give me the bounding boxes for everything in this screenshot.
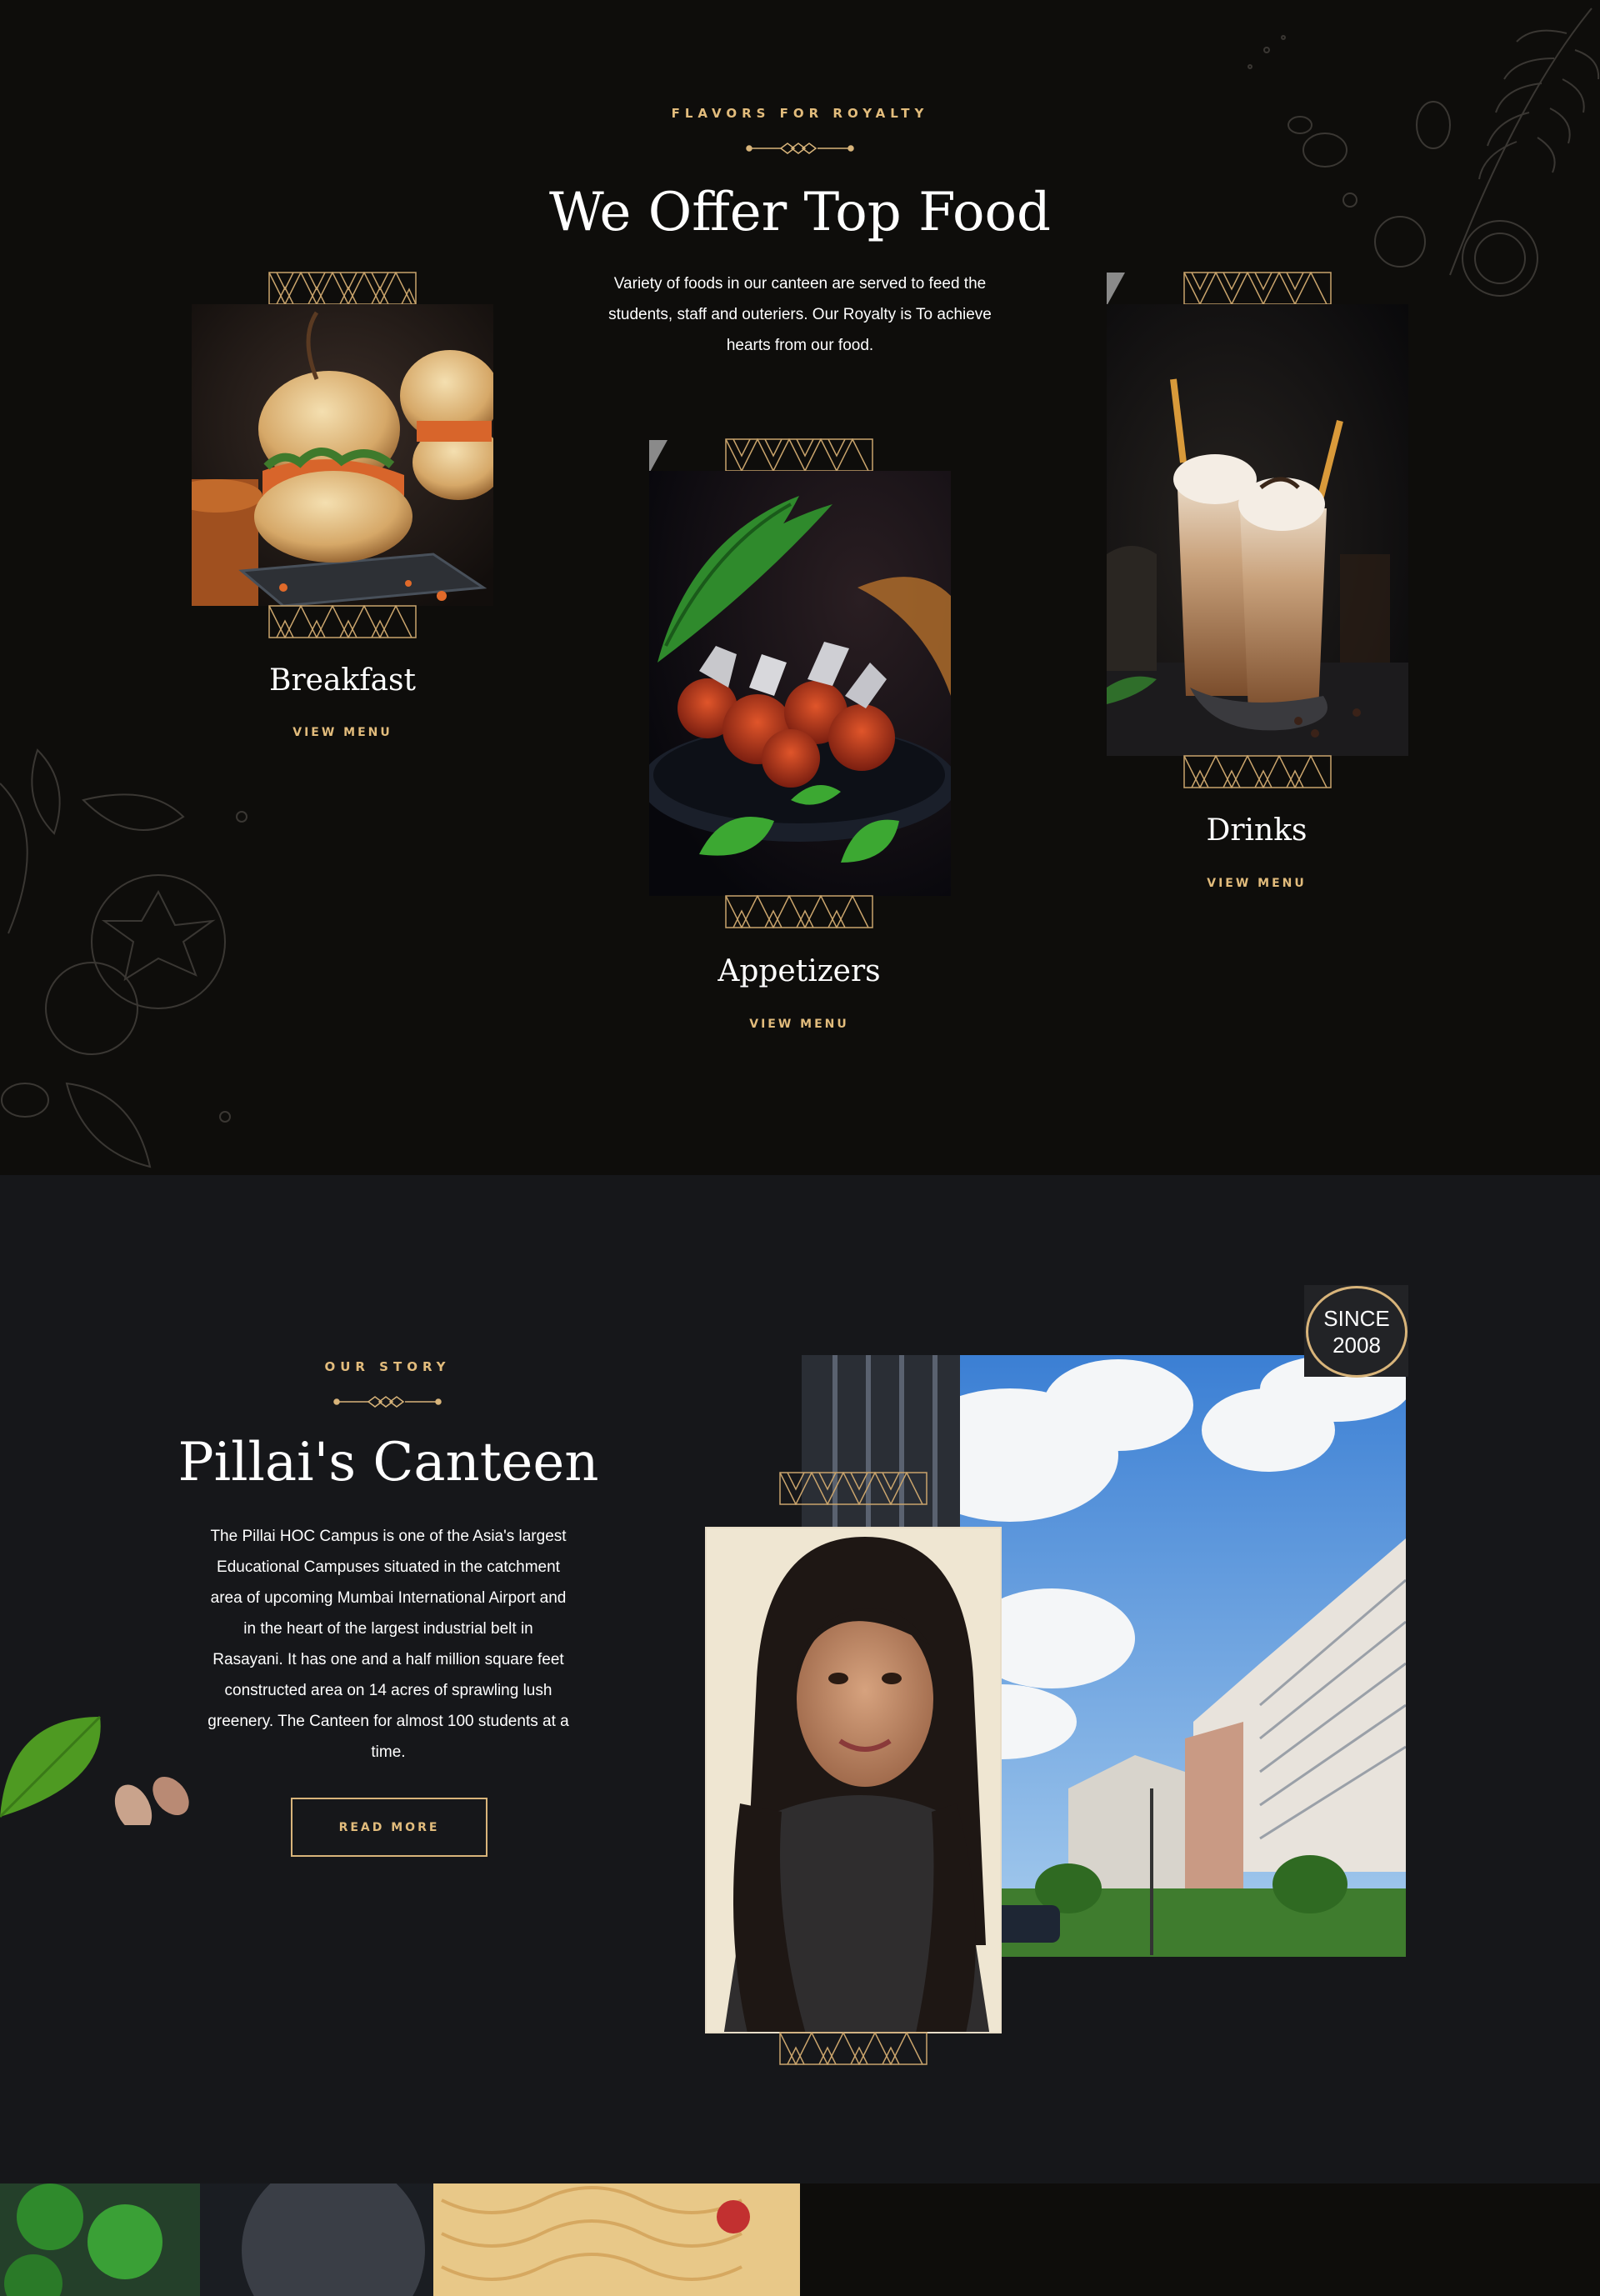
since-badge: SINCE 2008 [1306,1286,1408,1378]
story-description: The Pillai HOC Campus is one of the Asia… [180,1521,597,1768]
category-title-drinks: Drinks [1206,813,1308,848]
breakfast-view-menu-link[interactable]: VIEW MENU [192,726,492,739]
section-description: Variety of foods in our canteen are serv… [550,268,1050,361]
next-section-preview [0,2183,1600,2296]
ornament-divider [333,1396,442,1408]
vada-pav-photo [192,304,493,606]
ornament-divider [746,143,854,154]
art-deco-pattern [725,895,873,928]
appetizers-view-menu-link[interactable]: VIEW MENU [649,1018,949,1031]
vegetable-sketch-decoration [0,748,248,1168]
description-line: constructed area on 14 acres of sprawlin… [224,1682,552,1699]
offer-section: FLAVORS FOR ROYALTY We Offer Top Food Va… [0,0,1600,1175]
basil-garlic-decoration [0,1715,189,1825]
category-title-breakfast: Breakfast [269,663,416,698]
since-year: 2008 [1332,1333,1381,1358]
description-line: Variety of foods in our canteen are serv… [613,275,987,293]
corner-accent [1107,273,1125,306]
art-deco-pattern [268,272,417,305]
description-line: in the heart of the largest industrial b… [243,1620,533,1638]
chicken-lollipop-photo [649,471,951,896]
description-line: area of upcoming Mumbai International Ai… [210,1589,567,1607]
art-deco-pattern [1183,272,1332,305]
breakfast-image[interactable] [192,304,493,606]
portrait-photo [707,1528,1000,2032]
founder-portrait-image [705,1527,1002,2033]
appetizers-image[interactable] [649,471,951,896]
description-line: Educational Campuses situated in the cat… [217,1558,560,1576]
art-deco-pattern [268,605,417,638]
drinks-view-menu-link[interactable]: VIEW MENU [1107,877,1407,890]
art-deco-pattern [779,1472,928,1505]
art-deco-pattern [779,2032,928,2065]
description-line: time. [371,1743,406,1761]
corner-accent [649,440,668,473]
story-section: OUR STORY Pillai's Canteen The Pillai HO… [0,1175,1600,2183]
food-banner-image [0,2183,800,2296]
read-more-button[interactable]: READ MORE [291,1798,488,1857]
description-line: students, staff and outeriers. Our Royal… [608,306,992,323]
section-title: We Offer Top Food [548,182,1052,243]
art-deco-pattern [1183,755,1332,788]
category-title-appetizers: Appetizers [718,954,881,988]
description-line: greenery. The Canteen for almost 100 stu… [208,1713,569,1730]
cold-coffee-photo [1107,304,1408,756]
story-eyebrow: OUR STORY [324,1359,451,1374]
section-eyebrow: FLAVORS FOR ROYALTY [671,106,929,121]
since-label: SINCE [1323,1306,1390,1331]
description-line: hearts from our food. [726,337,874,354]
story-title: Pillai's Canteen [178,1432,599,1493]
drinks-image[interactable] [1107,304,1408,756]
description-line: The Pillai HOC Campus is one of the Asia… [210,1528,567,1545]
art-deco-pattern [725,438,873,472]
description-line: Rasayani. It has one and a half million … [212,1651,564,1668]
